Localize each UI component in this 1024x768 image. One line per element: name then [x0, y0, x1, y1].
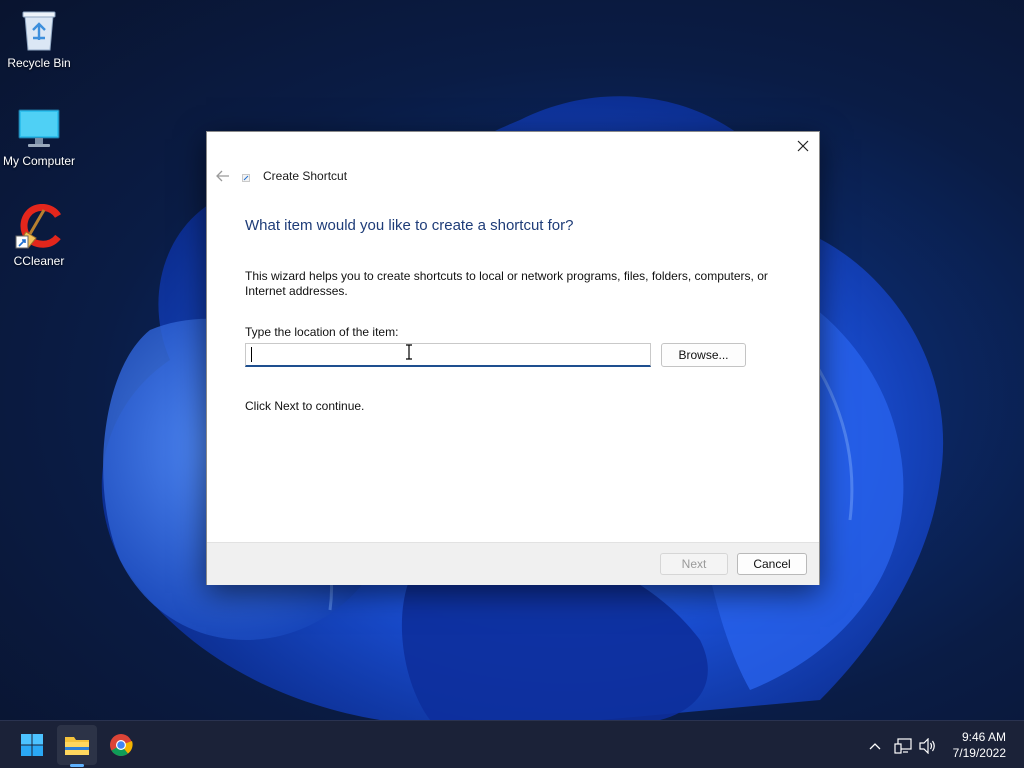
- volume-button[interactable]: [917, 735, 939, 757]
- ibeam-cursor-icon: [406, 344, 412, 360]
- wizard-heading: What item would you like to create a sho…: [245, 217, 574, 234]
- dialog-footer: Next Cancel: [207, 542, 819, 585]
- clock[interactable]: 9:46 AM 7/19/2022: [953, 729, 1006, 761]
- desktop-icon-my-computer[interactable]: My Computer: [0, 108, 78, 168]
- file-explorer-icon: [65, 737, 89, 755]
- close-icon: [797, 140, 809, 152]
- wizard-description: This wizard helps you to create shortcut…: [245, 269, 768, 298]
- location-label: Type the location of the item:: [245, 325, 399, 339]
- next-button[interactable]: Next: [660, 553, 728, 575]
- desktop-icon-label: My Computer: [2, 154, 76, 168]
- monitor-icon: [18, 109, 60, 147]
- create-shortcut-dialog: Create Shortcut What item would you like…: [206, 131, 820, 585]
- start-icon: [21, 734, 43, 756]
- recycle-bin-icon: [22, 11, 56, 51]
- desktop-icon-recycle-bin[interactable]: Recycle Bin: [0, 8, 78, 70]
- clock-date: 7/19/2022: [952, 746, 1006, 760]
- clock-time: 9:46 AM: [961, 730, 1006, 744]
- continue-hint: Click Next to continue.: [245, 399, 365, 413]
- start-button[interactable]: [12, 725, 52, 765]
- desktop-icon-label: CCleaner: [13, 254, 65, 268]
- shortcut-wizard-icon: [242, 174, 250, 182]
- back-arrow-icon: [216, 170, 229, 182]
- taskbar-chrome[interactable]: [101, 725, 141, 765]
- dialog-title: Create Shortcut: [263, 169, 348, 183]
- chevron-up-icon: [869, 743, 881, 750]
- back-button[interactable]: [213, 168, 233, 184]
- volume-icon: [919, 738, 935, 754]
- running-indicator: [70, 764, 84, 767]
- desktop-icon-label: Recycle Bin: [7, 56, 71, 70]
- text-caret: [251, 347, 252, 362]
- taskbar: 9:46 AM 7/19/2022: [0, 720, 1024, 768]
- taskbar-file-explorer[interactable]: [57, 725, 97, 765]
- ccleaner-icon: [15, 204, 61, 249]
- show-hidden-icons-button[interactable]: [864, 735, 886, 757]
- cancel-button[interactable]: Cancel: [737, 553, 807, 575]
- close-button[interactable]: [787, 132, 819, 160]
- browse-button[interactable]: Browse...: [661, 343, 746, 367]
- chrome-icon: [110, 734, 133, 756]
- location-input[interactable]: [245, 343, 651, 367]
- desktop-icon-ccleaner[interactable]: CCleaner: [0, 204, 78, 268]
- network-icon: [894, 738, 912, 754]
- network-button[interactable]: [892, 735, 914, 757]
